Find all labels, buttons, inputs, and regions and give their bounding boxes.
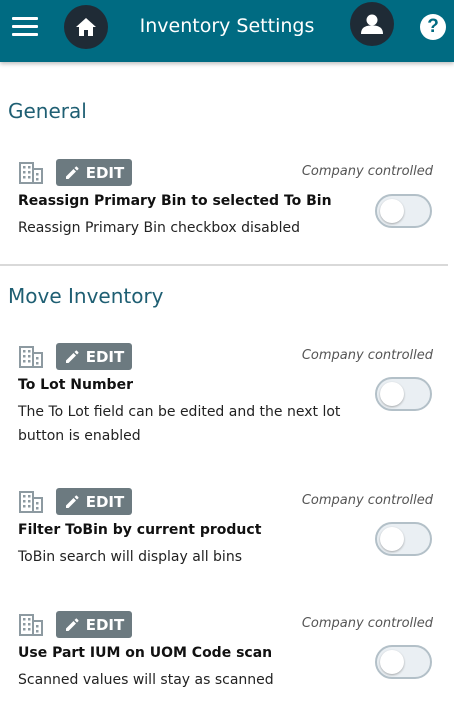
setting-reassign-primary-bin: EDIT Company controlled Reassign Primary… [0, 159, 454, 239]
toggle-knob [380, 199, 404, 223]
use-part-ium-toggle[interactable] [375, 645, 432, 679]
setting-title: Filter ToBin by current product [18, 522, 262, 538]
app-bar: Inventory Settings ? [0, 0, 454, 62]
building-icon [19, 614, 43, 636]
section-title-general: General [8, 99, 87, 123]
building-icon [19, 162, 43, 184]
pencil-icon [65, 617, 79, 631]
pencil-icon [65, 494, 79, 508]
edit-label: EDIT [85, 492, 125, 511]
edit-button[interactable]: EDIT [56, 159, 132, 186]
setting-title: Use Part IUM on UOM Code scan [18, 645, 273, 661]
setting-title: Reassign Primary Bin to selected To Bin [18, 193, 332, 209]
toggle-knob [380, 650, 404, 674]
edit-button[interactable]: EDIT [56, 611, 132, 638]
setting-description: Scanned values will stay as scanned [18, 672, 274, 688]
company-controlled-label: Company controlled [301, 348, 433, 363]
edit-button[interactable]: EDIT [56, 488, 132, 515]
setting-description: Reassign Primary Bin checkbox disabled [18, 220, 301, 236]
section-title-move-inventory: Move Inventory [8, 284, 164, 308]
company-controlled-label: Company controlled [301, 164, 433, 179]
reassign-primary-bin-toggle[interactable] [375, 194, 432, 228]
setting-to-lot-number: EDIT Company controlled To Lot Number Th… [0, 343, 454, 444]
edit-label: EDIT [85, 347, 125, 366]
edit-label: EDIT [85, 163, 125, 182]
page-title: Inventory Settings [139, 15, 315, 37]
building-icon [19, 491, 43, 513]
pencil-icon [65, 165, 79, 179]
filter-tobin-toggle[interactable] [375, 522, 432, 556]
company-controlled-label: Company controlled [301, 493, 433, 508]
setting-title: To Lot Number [18, 377, 133, 393]
setting-use-part-ium: EDIT Company controlled Use Part IUM on … [0, 611, 454, 691]
section-divider [0, 264, 448, 266]
menu-icon[interactable] [12, 17, 38, 37]
pencil-icon [65, 349, 79, 363]
home-icon [76, 18, 96, 36]
edit-button[interactable]: EDIT [56, 343, 132, 370]
user-icon [361, 14, 383, 34]
to-lot-number-toggle[interactable] [375, 377, 432, 411]
toggle-knob [380, 382, 404, 406]
company-controlled-label: Company controlled [301, 616, 433, 631]
building-icon [19, 346, 43, 368]
help-button[interactable]: ? [420, 14, 446, 40]
home-button[interactable] [64, 5, 108, 49]
setting-description: The To Lot field can be edited and the n… [18, 404, 341, 444]
toggle-knob [380, 527, 404, 551]
user-profile-button[interactable] [350, 2, 394, 46]
setting-filter-tobin: EDIT Company controlled Filter ToBin by … [0, 488, 454, 568]
edit-label: EDIT [85, 615, 125, 634]
setting-description: ToBin search will display all bins [18, 549, 242, 565]
